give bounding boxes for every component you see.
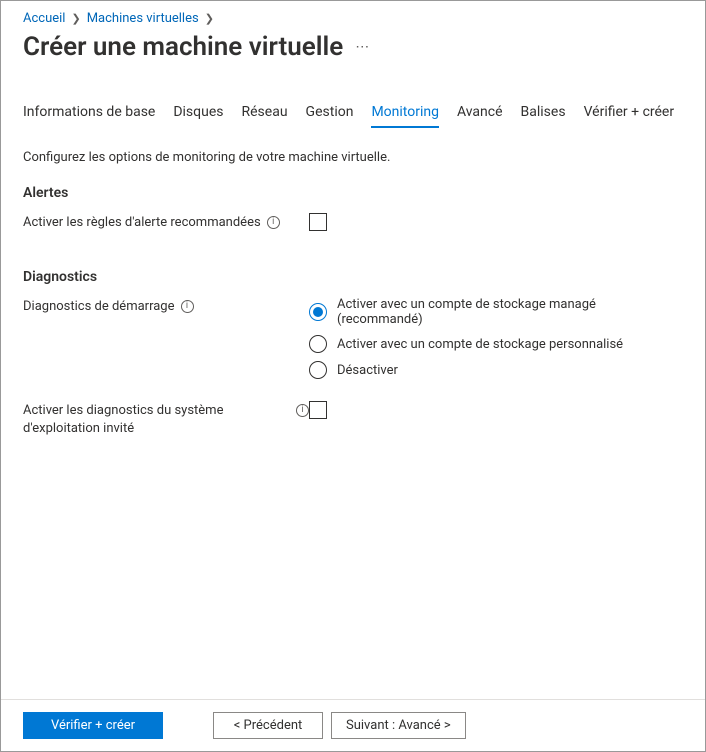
tab-monitoring[interactable]: Monitoring — [371, 104, 439, 128]
tab-basics[interactable]: Informations de base — [23, 104, 155, 128]
info-icon[interactable]: i — [296, 404, 309, 417]
page-title: Créer une machine virtuelle — [23, 32, 343, 62]
footer: Vérifier + créer < Précédent Suivant : A… — [1, 699, 705, 751]
section-diagnostics-heading: Diagnostics — [23, 269, 683, 285]
review-create-button[interactable]: Vérifier + créer — [23, 712, 163, 739]
breadcrumb: Accueil ❯ Machines virtuelles ❯ — [23, 11, 683, 26]
boot-diagnostics-radio-group: Activer avec un compte de stockage manag… — [309, 297, 683, 379]
tab-tags[interactable]: Balises — [521, 104, 566, 128]
breadcrumb-home[interactable]: Accueil — [23, 11, 65, 26]
chevron-right-icon: ❯ — [71, 12, 80, 25]
guest-os-diagnostics-checkbox[interactable] — [309, 401, 327, 419]
tab-review-create[interactable]: Vérifier + créer — [584, 104, 675, 128]
tab-advanced[interactable]: Avancé — [457, 104, 503, 128]
enable-recommended-alerts-label: Activer les règles d'alerte recommandées — [23, 214, 261, 232]
radio-label: Activer avec un compte de stockage perso… — [337, 337, 623, 352]
radio-icon — [309, 303, 327, 321]
breadcrumb-vms[interactable]: Machines virtuelles — [87, 11, 199, 26]
intro-text: Configurez les options de monitoring de … — [23, 150, 683, 165]
radio-icon — [309, 335, 327, 353]
radio-icon — [309, 361, 327, 379]
section-alerts-heading: Alertes — [23, 185, 683, 201]
chevron-right-icon: ❯ — [205, 12, 214, 25]
tabs: Informations de base Disques Réseau Gest… — [23, 104, 683, 128]
info-icon[interactable]: i — [267, 216, 280, 229]
radio-label: Activer avec un compte de stockage manag… — [337, 297, 683, 327]
tab-disks[interactable]: Disques — [173, 104, 223, 128]
boot-diagnostics-label: Diagnostics de démarrage — [23, 298, 175, 316]
tab-management[interactable]: Gestion — [306, 104, 354, 128]
boot-diag-option-custom[interactable]: Activer avec un compte de stockage perso… — [309, 335, 683, 353]
next-button[interactable]: Suivant : Avancé > — [331, 712, 466, 739]
enable-recommended-alerts-checkbox[interactable] — [309, 213, 327, 231]
tab-network[interactable]: Réseau — [242, 104, 288, 128]
previous-button[interactable]: < Précédent — [213, 712, 323, 739]
radio-label: Désactiver — [337, 363, 398, 378]
more-actions-icon[interactable]: ⋯ — [355, 39, 370, 55]
boot-diag-option-managed[interactable]: Activer avec un compte de stockage manag… — [309, 297, 683, 327]
boot-diag-option-disable[interactable]: Désactiver — [309, 361, 683, 379]
info-icon[interactable]: i — [181, 300, 194, 313]
guest-os-diagnostics-label: Activer les diagnostics du système d'exp… — [23, 402, 290, 437]
